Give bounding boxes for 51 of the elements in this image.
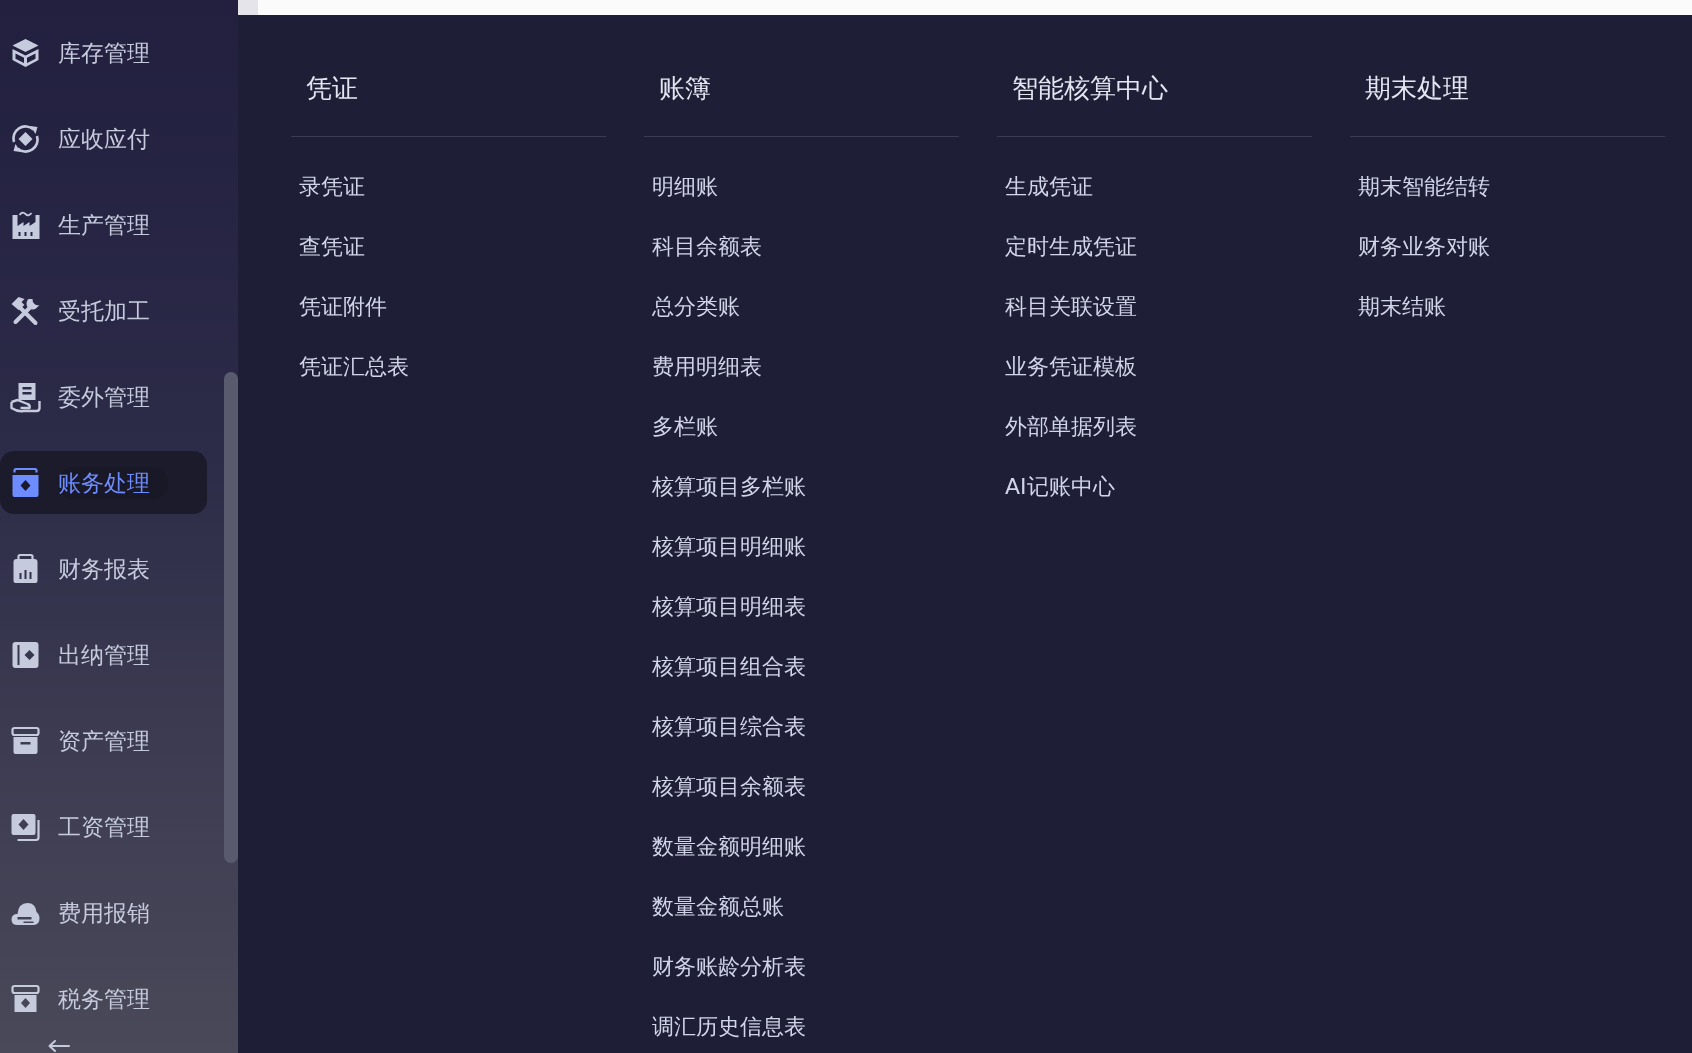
menu-link[interactable]: 数量金额总账 <box>652 892 784 922</box>
column-title: 智能核算中心 <box>1012 72 1168 105</box>
sidebar-item[interactable]: 受托加工 <box>0 279 207 342</box>
menu-link[interactable]: 核算项目多栏账 <box>652 472 806 502</box>
sidebar-item[interactable]: 出纳管理 <box>0 623 207 686</box>
menu-link[interactable]: 期末智能结转 <box>1358 172 1490 202</box>
sidebar-item[interactable]: 应收应付 <box>0 107 207 170</box>
menu-link[interactable]: 核算项目余额表 <box>652 772 806 802</box>
sidebar-item[interactable]: 委外管理 <box>0 365 207 428</box>
arrow-left-icon[interactable] <box>48 1040 70 1052</box>
menu-link[interactable]: 多栏账 <box>652 412 718 442</box>
menu-link[interactable]: 科目关联设置 <box>1005 292 1137 322</box>
tools-icon <box>9 294 42 327</box>
scrollbar-thumb[interactable] <box>224 372 238 863</box>
menu-link[interactable]: 核算项目明细表 <box>652 592 806 622</box>
sidebar-item[interactable]: 账务处理 <box>0 451 207 514</box>
sidebar-item[interactable]: 库存管理 <box>0 21 207 84</box>
menu-link[interactable]: 外部单据列表 <box>1005 412 1137 442</box>
sidebar-item[interactable]: 财务报表 <box>0 537 207 600</box>
sidebar-item[interactable]: 生产管理 <box>0 193 207 256</box>
menu-link[interactable]: 录凭证 <box>299 172 365 202</box>
menu-link[interactable]: 业务凭证模板 <box>1005 352 1137 382</box>
menu-link[interactable]: 调汇历史信息表 <box>652 1012 806 1042</box>
menu-link[interactable]: 核算项目组合表 <box>652 652 806 682</box>
sidebar-item[interactable]: 工资管理 <box>0 795 207 858</box>
menu-link[interactable]: 凭证附件 <box>299 292 387 322</box>
menu-link[interactable]: 核算项目明细账 <box>652 532 806 562</box>
column-title: 期末处理 <box>1365 72 1469 105</box>
sidebar-item[interactable]: 费用报销 <box>0 881 207 944</box>
menu-link[interactable]: 科目余额表 <box>652 232 762 262</box>
diamond-box-icon <box>9 982 42 1015</box>
menu-link[interactable]: 财务账龄分析表 <box>652 952 806 982</box>
column-title: 凭证 <box>306 72 358 105</box>
menu-link[interactable]: 数量金额明细账 <box>652 832 806 862</box>
hand-document-icon <box>9 380 42 413</box>
menu-link[interactable]: 财务业务对账 <box>1358 232 1490 262</box>
archive-box-icon <box>9 724 42 757</box>
menu-link[interactable]: 查凭证 <box>299 232 365 262</box>
sidebar-item[interactable]: 资产管理 <box>0 709 207 772</box>
menu-link[interactable]: 凭证汇总表 <box>299 352 409 382</box>
menu-link[interactable]: 明细账 <box>652 172 718 202</box>
column-title: 账簿 <box>659 72 711 105</box>
menu-link[interactable]: AI记账中心 <box>1005 472 1115 502</box>
menu-link[interactable]: 费用明细表 <box>652 352 762 382</box>
menu-link[interactable]: 总分类账 <box>652 292 740 322</box>
menu-link[interactable]: 期末结账 <box>1358 292 1446 322</box>
sidebar-item[interactable]: 税务管理 <box>0 967 207 1030</box>
menu-link[interactable]: 定时生成凭证 <box>1005 232 1137 262</box>
menu-link[interactable]: 核算项目综合表 <box>652 712 806 742</box>
menu-link[interactable]: 生成凭证 <box>1005 172 1093 202</box>
cycle-icon <box>9 122 42 155</box>
